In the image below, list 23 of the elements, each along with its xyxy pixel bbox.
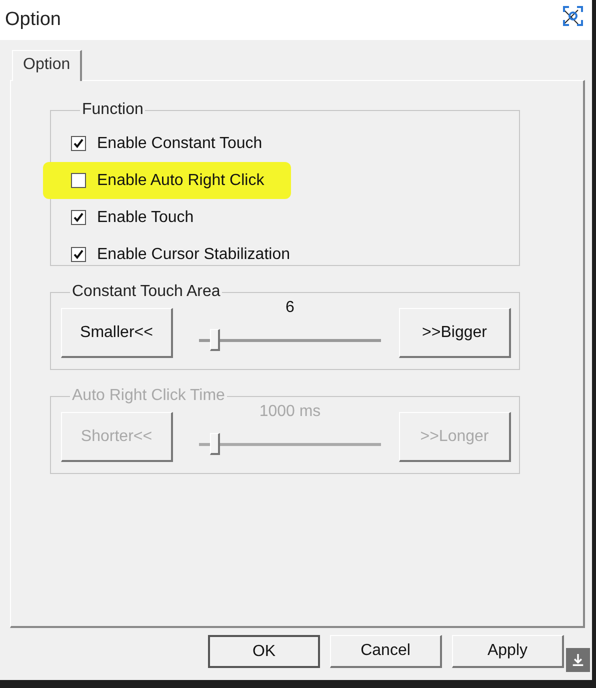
window-title: Option bbox=[5, 9, 61, 31]
download-icon[interactable] bbox=[566, 648, 590, 672]
checkbox-label[interactable]: Enable Constant Touch bbox=[97, 134, 262, 152]
dialog-button[interactable]: OK bbox=[208, 635, 320, 668]
slider-thumb[interactable] bbox=[210, 329, 220, 351]
checkbox[interactable] bbox=[71, 247, 86, 262]
checkbox[interactable] bbox=[71, 136, 86, 151]
checkbox[interactable] bbox=[71, 210, 86, 225]
slider-track[interactable] bbox=[199, 329, 381, 351]
tab[interactable]: Option bbox=[12, 50, 82, 81]
dialog-button[interactable]: Cancel bbox=[330, 635, 442, 668]
group-title: Function bbox=[81, 101, 144, 119]
checkbox-label[interactable]: Enable Touch bbox=[97, 208, 194, 226]
checkbox-label[interactable]: Enable Auto Right Click bbox=[97, 172, 264, 190]
group-title: Auto Right Click Time bbox=[71, 387, 226, 405]
dialog-button[interactable]: Apply bbox=[452, 635, 564, 668]
group-title: Constant Touch Area bbox=[71, 283, 222, 301]
checkbox-label[interactable]: Enable Cursor Stabilization bbox=[97, 246, 290, 264]
decrease-button[interactable]: Smaller<< bbox=[61, 308, 173, 358]
checkbox[interactable] bbox=[71, 173, 86, 188]
slider-reading: 6 bbox=[284, 299, 296, 317]
increase-button[interactable]: >>Bigger bbox=[399, 308, 511, 358]
slider-reading: 1000 ms bbox=[258, 403, 322, 421]
